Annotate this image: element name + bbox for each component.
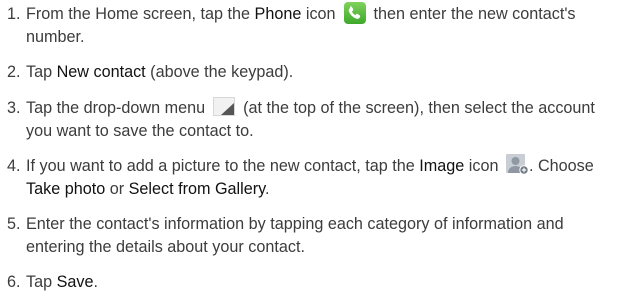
save-label: Save [56, 273, 94, 291]
dropdown-menu-icon [212, 97, 235, 117]
take-photo-label: Take photo [26, 180, 106, 198]
step-text: Enter the contact's information by tappi… [26, 215, 564, 256]
select-from-gallery-label: Select from Gallery [128, 180, 266, 198]
contact-image-icon [505, 153, 529, 175]
step-4: 4. If you want to add a picture to the n… [7, 153, 622, 201]
step-text: Tap New contact (above the keypad). [26, 63, 294, 81]
step-number: 2. [7, 63, 21, 81]
step-3: 3. Tap the drop-down menu (at the top of… [7, 97, 622, 143]
step-number: 6. [7, 273, 21, 291]
step-6: 6. Tap Save. [7, 271, 622, 294]
image-label: Image [419, 157, 465, 175]
phone-icon [344, 1, 367, 24]
step-number: 5. [7, 215, 21, 233]
new-contact-label: New contact [56, 63, 146, 81]
step-5: 5. Enter the contact's information by ta… [7, 213, 622, 259]
step-2: 2. Tap New contact (above the keypad). [7, 61, 622, 84]
step-text: From the Home screen, tap the Phone icon… [26, 1, 622, 49]
step-text: If you want to add a picture to the new … [26, 153, 622, 201]
phone-label: Phone [254, 5, 302, 23]
step-number: 4. [7, 157, 21, 175]
step-1: 1. From the Home screen, tap the Phone i… [7, 1, 622, 49]
step-text: Tap Save. [26, 273, 99, 291]
step-number: 1. [7, 5, 21, 23]
step-text: Tap the drop-down menu (at the top of th… [26, 97, 595, 140]
step-number: 3. [7, 99, 21, 117]
